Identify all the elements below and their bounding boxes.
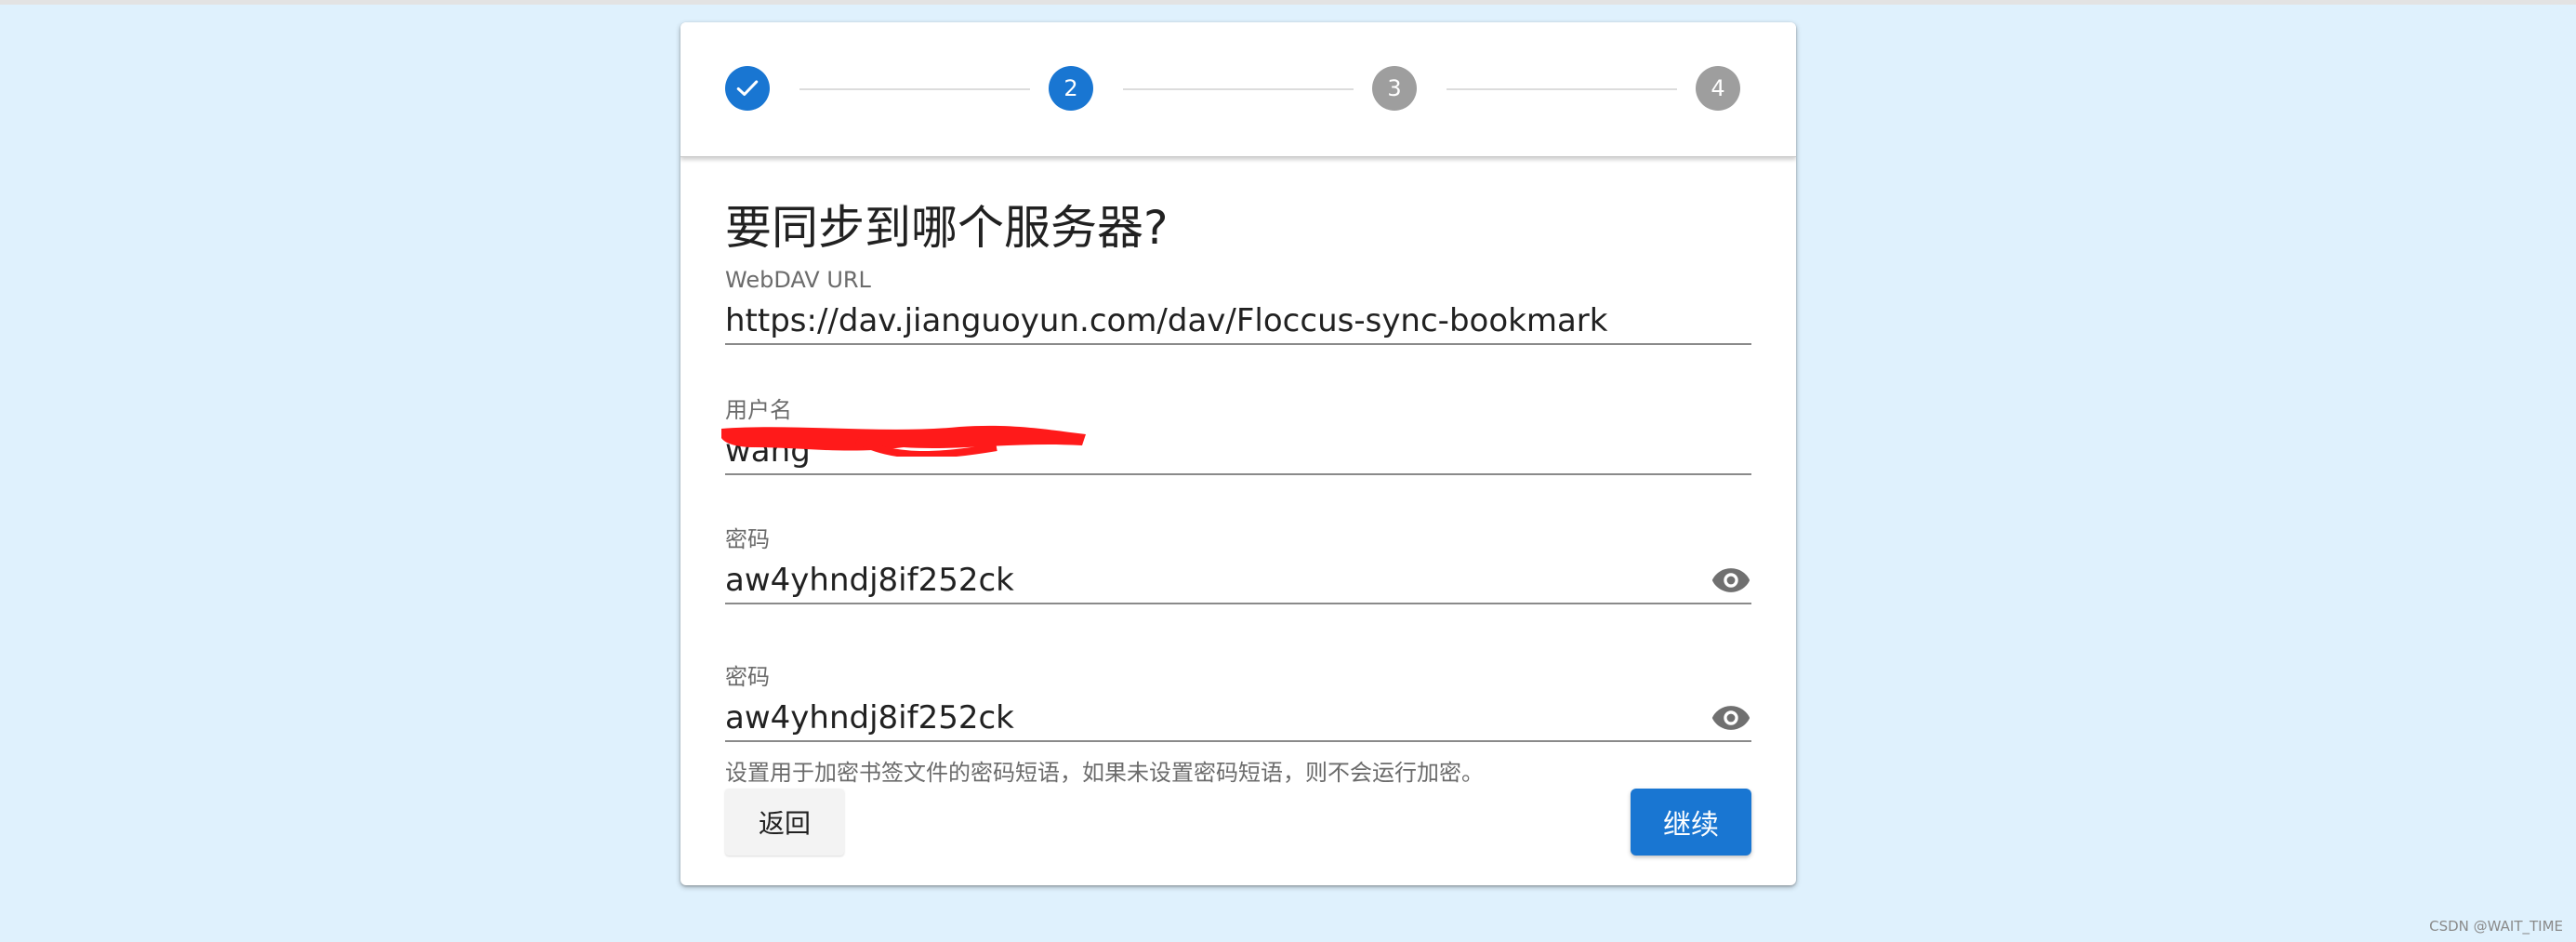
password-field: 密码 [725, 528, 1751, 604]
step-connector [799, 88, 1030, 90]
page-title: 要同步到哪个服务器? [725, 201, 1169, 255]
passphrase-field: 密码 [725, 666, 1751, 742]
step-3[interactable]: 3 [1372, 66, 1417, 111]
redaction-scribble [721, 425, 1086, 457]
browser-top-strip [0, 0, 2576, 5]
username-field: 用户名 [721, 397, 1751, 475]
webdav-url-input[interactable] [725, 302, 1655, 340]
passphrase-label: 密码 [725, 664, 770, 690]
webdav-url-field: WebDAV URL [725, 269, 1751, 345]
password-label: 密码 [725, 526, 770, 552]
stepper: 2 3 4 [680, 22, 1796, 157]
step-4[interactable]: 4 [1696, 66, 1740, 111]
step-connector [1447, 88, 1677, 90]
passphrase-hint: 设置用于加密书签文件的密码短语，如果未设置密码短语，则不会运行加密。 [725, 760, 1484, 786]
step-2-active[interactable]: 2 [1049, 66, 1093, 111]
continue-button[interactable]: 继续 [1631, 789, 1751, 856]
watermark: CSDN @WAIT_TIME [2429, 918, 2563, 935]
password-input[interactable] [725, 562, 1655, 600]
passphrase-input[interactable] [725, 699, 1655, 737]
username-label: 用户名 [725, 397, 792, 423]
step-connector [1123, 88, 1354, 90]
webdav-url-label: WebDAV URL [725, 267, 871, 293]
check-icon [736, 80, 759, 97]
step-1-complete[interactable] [725, 66, 770, 111]
eye-icon[interactable] [1711, 697, 1751, 738]
back-button[interactable]: 返回 [725, 789, 844, 856]
eye-icon[interactable] [1711, 560, 1751, 601]
setup-wizard-card: 2 3 4 要同步到哪个服务器? WebDAV URL 用户名 密码 密码 [680, 22, 1796, 885]
